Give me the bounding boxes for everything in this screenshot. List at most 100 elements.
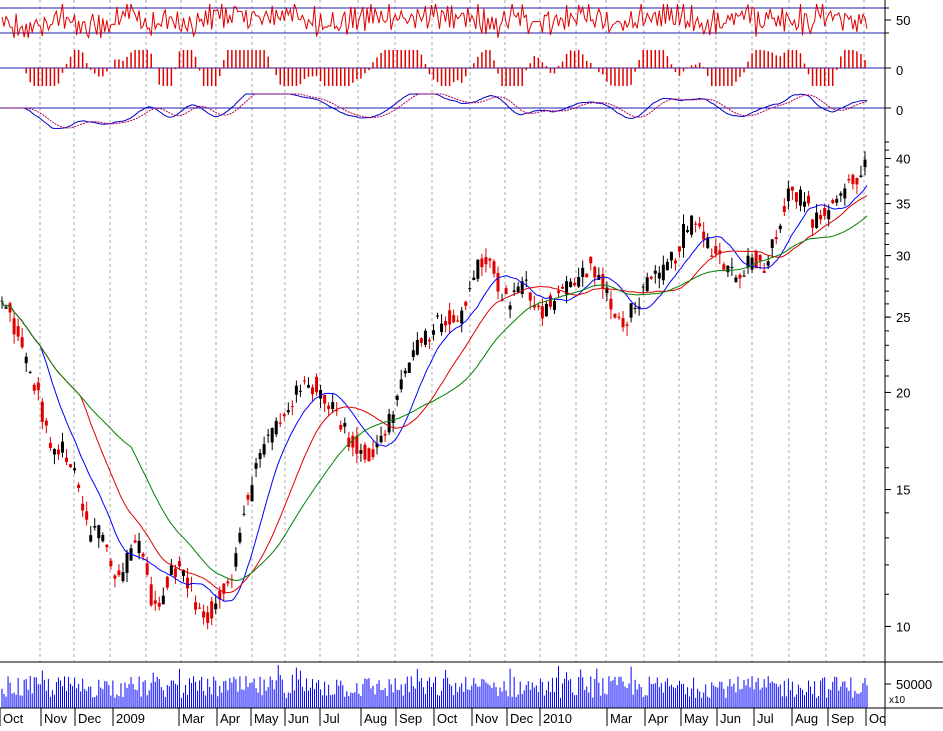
price-bar-body xyxy=(561,286,565,289)
price-bar-body xyxy=(617,316,621,318)
price-bar-body xyxy=(32,384,36,391)
x-tick-label: Jul xyxy=(323,711,340,726)
x-tick-label: 2009 xyxy=(116,711,145,726)
price-bar-body xyxy=(298,390,302,392)
x-tick-label: Oct xyxy=(3,711,24,726)
price-bar-body xyxy=(250,485,254,502)
price-bar-body xyxy=(645,277,649,291)
price-bar-body xyxy=(89,535,93,542)
price-bar-body xyxy=(815,212,819,228)
price-bar-body xyxy=(548,295,552,307)
x-tick-label: Jul xyxy=(757,711,774,726)
y-tick-label: 30 xyxy=(896,249,910,264)
price-bar-body xyxy=(40,401,44,422)
price-bar-body xyxy=(12,318,16,335)
price-bar-body xyxy=(460,310,464,324)
price-bar-body xyxy=(436,315,440,317)
price-bar-body xyxy=(165,576,169,588)
price-bar-body xyxy=(456,320,460,322)
x-tick-label: Apr xyxy=(648,711,669,726)
price-bar-body xyxy=(504,288,508,294)
price-bar-body xyxy=(589,256,593,264)
x-tick-label: Nov xyxy=(475,711,499,726)
stock-chart: 50 0 0 40 35 30 25 20 15 10 50000 x10 Oct Nov Dec 2009… xyxy=(0,0,943,726)
price-bar-body xyxy=(726,265,730,273)
price-bar-body xyxy=(391,414,395,423)
price-bar-body xyxy=(173,568,177,578)
y-tick-label: 0 xyxy=(896,63,903,78)
price-bar-body xyxy=(141,553,145,557)
price-bar-body xyxy=(246,495,250,500)
price-bar-body xyxy=(367,448,371,462)
price-bar-body xyxy=(464,301,468,306)
price-bar-body xyxy=(24,356,28,364)
x-tick-label: Apr xyxy=(220,711,241,726)
x-tick-label: Mar xyxy=(610,711,633,726)
y-tick-label: 15 xyxy=(896,483,910,498)
price-bar-body xyxy=(552,301,556,310)
price-bar-body xyxy=(694,223,698,225)
price-bar-body xyxy=(403,370,407,374)
price-bar-body xyxy=(161,595,165,605)
price-bar-body xyxy=(843,188,847,199)
y-tick-label: 25 xyxy=(896,310,910,325)
price-bar-body xyxy=(97,525,101,539)
price-bar-body xyxy=(762,270,766,274)
price-bar-body xyxy=(782,205,786,212)
price-bar-body xyxy=(254,463,258,469)
price-panel xyxy=(0,151,868,630)
price-bar-body xyxy=(569,281,573,288)
price-bar-body xyxy=(355,435,359,454)
y-tick-label: 35 xyxy=(896,197,910,212)
price-bar-body xyxy=(101,535,105,542)
price-bar-body xyxy=(48,442,52,449)
volume-unit-label: x10 xyxy=(889,695,906,706)
price-bar-body xyxy=(52,449,56,455)
price-bar-body xyxy=(145,563,149,575)
price-bar-body xyxy=(93,525,97,528)
price-bar-body xyxy=(419,338,423,343)
price-bar-body xyxy=(508,305,512,310)
price-bar-body xyxy=(855,177,859,185)
price-bar-body xyxy=(528,292,532,301)
price-bar-body xyxy=(169,565,173,575)
price-bar-body xyxy=(202,611,206,618)
price-bar-body xyxy=(327,405,331,409)
price-bar-body xyxy=(468,288,472,290)
chart-frame xyxy=(0,0,943,726)
price-bar-body xyxy=(198,607,202,609)
price-bar-body xyxy=(133,540,137,543)
x-tick-label: Dec xyxy=(78,711,102,726)
price-bar-body xyxy=(613,313,617,318)
x-tick-label: Mar xyxy=(182,711,205,726)
price-bar-body xyxy=(629,303,633,318)
price-bar-body xyxy=(794,192,798,202)
y-tick-label: 50000 xyxy=(896,677,932,692)
price-bar-body xyxy=(266,434,270,436)
price-bar-body xyxy=(540,306,544,319)
price-bar-body xyxy=(359,450,363,454)
price-bar-body xyxy=(665,261,669,271)
price-bar-body xyxy=(331,402,335,409)
price-bar-body xyxy=(311,387,315,395)
y-tick-label: 40 xyxy=(896,151,910,166)
price-bar-body xyxy=(839,193,843,196)
price-bar-body xyxy=(379,435,383,443)
price-bar-body xyxy=(488,258,492,261)
price-bar-body xyxy=(214,603,218,610)
price-bar-body xyxy=(480,258,484,268)
x-tick-label: Dec xyxy=(510,711,534,726)
price-bar-body xyxy=(56,449,60,455)
x-tick-label: Aug xyxy=(795,711,818,726)
price-bar-body xyxy=(863,159,867,168)
x-tick-label: May xyxy=(684,711,709,726)
price-bar-body xyxy=(4,307,8,309)
price-bar-body xyxy=(109,560,113,567)
price-bar-body xyxy=(823,207,827,216)
price-bar-body xyxy=(431,330,435,335)
price-bar-body xyxy=(750,257,754,270)
x-tick-label: Sep xyxy=(399,711,422,726)
price-bar-body xyxy=(802,201,806,207)
price-bar-body xyxy=(125,552,129,573)
price-bar-body xyxy=(677,246,681,252)
